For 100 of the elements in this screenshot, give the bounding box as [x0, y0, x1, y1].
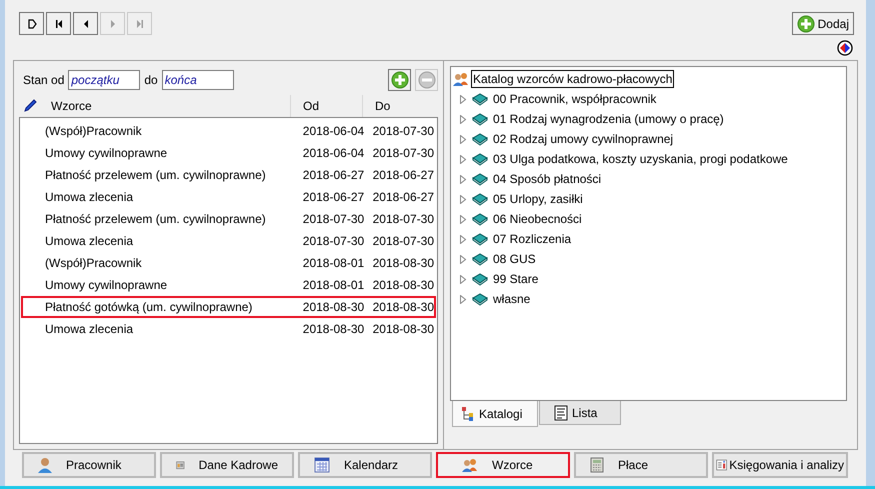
expand-arrow-icon[interactable] [459, 274, 467, 284]
column-header[interactable]: Wzorce [51, 97, 92, 115]
expand-arrow-icon[interactable] [459, 174, 467, 184]
expand-arrow-icon[interactable] [459, 214, 467, 224]
table-row[interactable]: Umowa zlecenia 2018-06-27 2018-06-27 [21, 186, 436, 208]
table-row[interactable]: (Współ)Pracownik 2018-06-04 2018-07-30 [21, 120, 436, 142]
tree-root[interactable]: Katalog wzorców kadrowo-płacowych [471, 70, 674, 88]
add-button[interactable]: Dodaj [792, 12, 854, 35]
table-cell-text: Umowy cywilnoprawne [44, 277, 168, 294]
tree-item[interactable]: własne [493, 290, 530, 308]
calculator-icon [590, 457, 604, 473]
book-icon [472, 132, 488, 146]
table-row[interactable]: Umowy cywilnoprawne 2018-06-04 2018-07-30 [21, 142, 436, 164]
table-cell-text: Płatność gotówką (um. cywilnoprawne) [44, 299, 254, 316]
pencil-icon [23, 99, 37, 113]
tree-item[interactable]: 04 Sposób płatności [493, 170, 602, 188]
new-record-button[interactable] [19, 12, 44, 35]
book-icon [472, 152, 488, 166]
expand-arrow-icon[interactable] [459, 114, 467, 124]
view-tab[interactable]: Lista [539, 401, 621, 425]
table-cell-text: (Współ)Pracownik [44, 255, 143, 272]
book-icon [472, 192, 488, 206]
table-cell-text: 2018-06-27 [372, 167, 434, 184]
tree-item[interactable]: 05 Urlopy, zasiłki [493, 190, 583, 208]
table-cell-text: Umowa zlecenia [44, 233, 134, 250]
table-cell-text: 2018-06-27 [302, 167, 364, 184]
view-tab[interactable]: Katalogi [452, 401, 538, 427]
table-row[interactable]: Płatność przelewem (um. cywilnoprawne) 2018-07-30 2018-07-30 [21, 208, 436, 230]
tree-item[interactable]: 06 Nieobecności [493, 210, 582, 228]
tree-item[interactable]: 00 Pracownik, współpracownik [493, 90, 656, 108]
new-icon [26, 18, 38, 30]
table-cell-text: 2018-07-30 [372, 211, 434, 228]
table-cell-text: Umowa zlecenia [44, 189, 134, 206]
expand-arrow-icon[interactable] [459, 294, 467, 304]
column-header[interactable]: Do [375, 97, 390, 115]
expand-arrow-icon[interactable] [459, 94, 467, 104]
table-cell-text: 2018-08-01 [302, 255, 364, 272]
tree-item[interactable]: 03 Ulga podatkowa, koszty uzyskania, progi podatkowe [493, 150, 788, 168]
book-icon [472, 252, 488, 266]
table-cell-text: 2018-08-30 [372, 299, 434, 316]
to-field[interactable]: końca [162, 70, 234, 90]
expand-arrow-icon[interactable] [459, 194, 467, 204]
table-cell-text: 2018-07-30 [372, 145, 434, 162]
table-cell-text: Płatność przelewem (um. cywilnoprawne) [44, 211, 267, 228]
expand-arrow-icon[interactable] [459, 234, 467, 244]
table-row[interactable]: Umowa zlecenia 2018-08-30 2018-08-30 [21, 318, 436, 340]
column-header[interactable]: Od [303, 97, 320, 115]
people-icon [453, 72, 469, 86]
module-tab[interactable]: Wzorce [436, 452, 570, 478]
tree-item[interactable]: 07 Rozliczenia [493, 230, 572, 248]
table-cell-text: 2018-08-30 [372, 277, 434, 294]
module-tab[interactable]: Kalendarz [298, 452, 432, 478]
direction-arrows-icon[interactable] [837, 40, 853, 56]
table-cell-text: 2018-08-30 [372, 321, 434, 338]
book-icon [472, 112, 488, 126]
module-tab[interactable]: Płace [574, 452, 708, 478]
from-field[interactable]: początku [68, 70, 140, 90]
table-row[interactable]: Umowa zlecenia 2018-07-30 2018-07-30 [21, 230, 436, 252]
module-tab[interactable]: Pracownik [22, 452, 156, 478]
book-icon [472, 92, 488, 106]
expand-arrow-icon[interactable] [459, 134, 467, 144]
prev-record-button[interactable] [73, 12, 98, 35]
table-row[interactable]: Płatność gotówką (um. cywilnoprawne) 2018-08-30 2018-08-30 [21, 296, 436, 318]
plus-icon [390, 71, 408, 89]
table-cell-text: 2018-07-30 [372, 123, 434, 140]
expand-arrow-icon[interactable] [459, 154, 467, 164]
to-label: do [144, 72, 158, 89]
table-cell-text: 2018-07-30 [302, 233, 364, 250]
table-cell-text: 2018-08-01 [302, 277, 364, 294]
remove-row-button[interactable] [415, 69, 438, 91]
minus-icon [418, 71, 436, 89]
table-cell-text: 2018-08-30 [302, 299, 364, 316]
module-tab[interactable]: Dane Kadrowe [160, 452, 294, 478]
first-record-button[interactable] [46, 12, 71, 35]
table-cell-text: 2018-08-30 [372, 255, 434, 272]
calendar-icon [314, 457, 330, 473]
book-icon [472, 172, 488, 186]
add-row-button[interactable] [388, 69, 411, 91]
table-row[interactable]: (Współ)Pracownik 2018-08-01 2018-08-30 [21, 252, 436, 274]
table-cell-text: 2018-06-27 [372, 189, 434, 206]
from-label: Stan od [23, 72, 64, 89]
list-icon [554, 404, 568, 420]
table-cell-text: 2018-06-04 [302, 123, 364, 140]
person-icon [38, 457, 52, 473]
plus-icon [796, 14, 815, 32]
table-cell-text: 2018-08-30 [302, 321, 364, 338]
tree-item[interactable]: 02 Rodzaj umowy cywilnoprawnej [493, 130, 674, 148]
table-cell-text: 2018-06-04 [302, 145, 364, 162]
table-cell-text: Umowa zlecenia [44, 321, 134, 338]
table-row[interactable]: Płatność przelewem (um. cywilnoprawne) 2018-06-27 2018-06-27 [21, 164, 436, 186]
book-icon [472, 272, 488, 286]
table-row[interactable]: Umowy cywilnoprawne 2018-08-01 2018-08-30 [21, 274, 436, 296]
tree-item[interactable]: 08 GUS [493, 250, 536, 268]
book-icon [472, 232, 488, 246]
expand-arrow-icon[interactable] [459, 254, 467, 264]
tree-item[interactable]: 01 Rodzaj wynagrodzenia (umowy o pracę) [493, 110, 724, 128]
book-icon [472, 212, 488, 226]
module-tab[interactable]: Księgowania i analizy [712, 452, 848, 478]
people-icon [462, 458, 478, 472]
tree-item[interactable]: 99 Stare [493, 270, 538, 288]
